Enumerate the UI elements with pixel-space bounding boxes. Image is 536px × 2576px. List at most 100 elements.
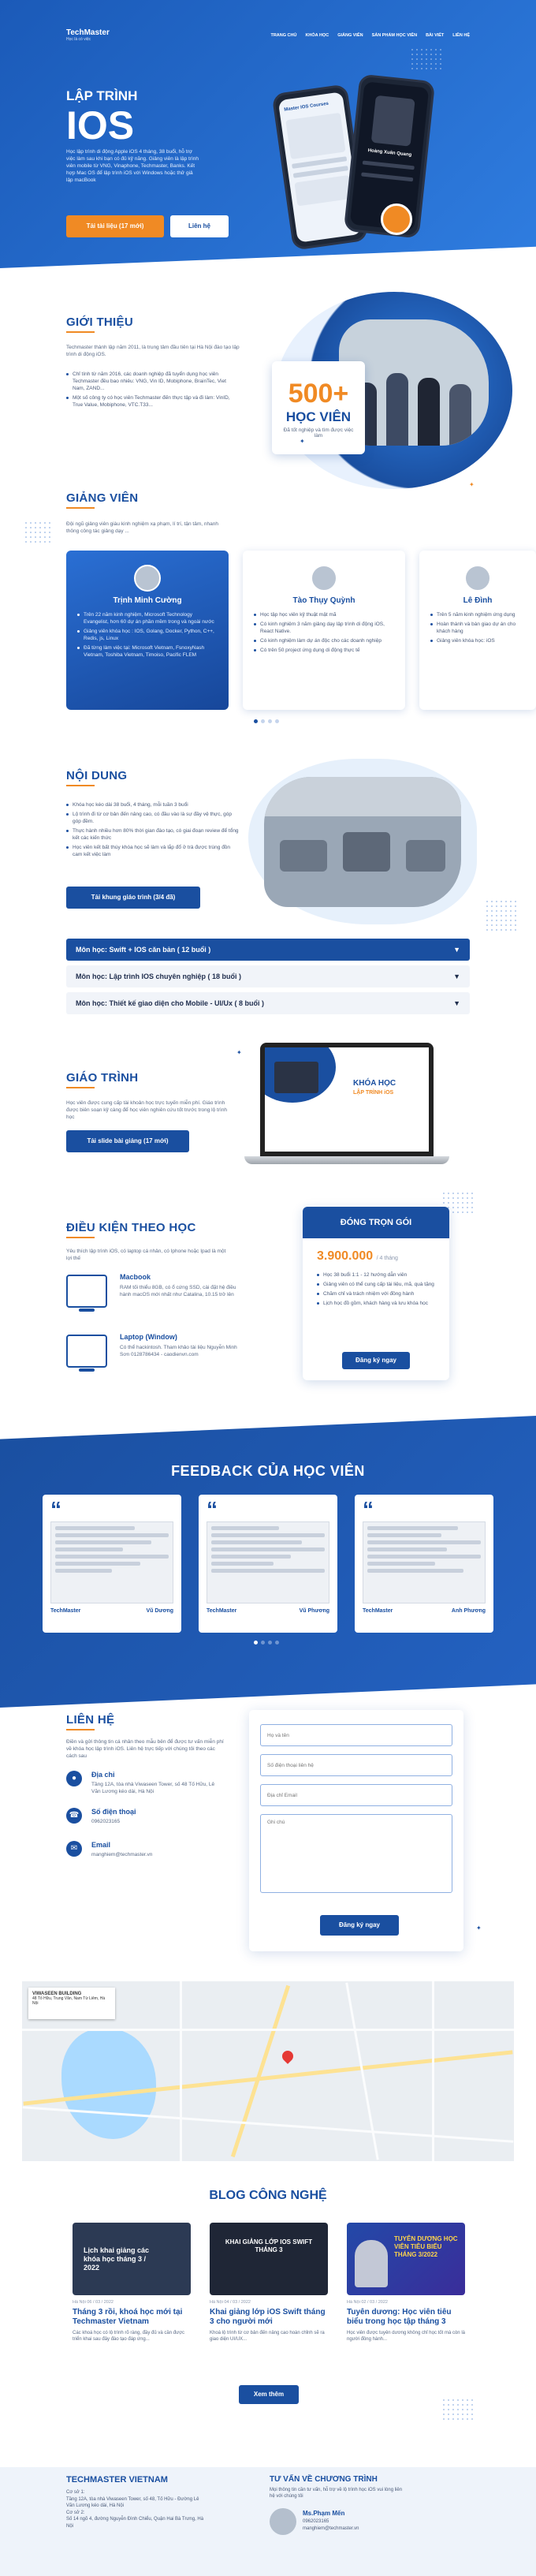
blog-post[interactable]: TUYÊN DƯƠNG HỌC VIÊN TIÊU BIỂU THÁNG 3/2… bbox=[347, 2223, 465, 2343]
footer-consult-description: Mọi thông tin cần tư vấn, hỗ trợ về lộ t… bbox=[270, 2488, 403, 2499]
feedback-screenshot bbox=[363, 1521, 486, 1603]
requirement-windows: Laptop (Window) Có thể hackintosh. Tham … bbox=[66, 1333, 248, 1372]
nav-contact[interactable]: LIÊN HỆ bbox=[452, 33, 470, 38]
post-excerpt: Học viên được tuyên dương không chỉ học … bbox=[347, 2331, 465, 2342]
carousel-dots bbox=[254, 719, 279, 723]
carousel-dot[interactable] bbox=[254, 719, 258, 723]
pricing-card: ĐÓNG TRỌN GÓI 3.900.000 / 4 tháng Học 38… bbox=[303, 1207, 449, 1380]
nav-products[interactable]: SẢN PHẨM HỌC VIÊN bbox=[372, 33, 417, 38]
consultant-name: Ms.Phạm Mến bbox=[303, 2510, 345, 2517]
post-title[interactable]: Tháng 3 rồi, khoá học mới tại Techmaster… bbox=[73, 2308, 191, 2327]
map-pin-icon[interactable] bbox=[280, 2048, 296, 2064]
list-item: Học 38 buổi 1:1 - 12 hướng dẫn viên bbox=[317, 1271, 435, 1279]
nav-teachers[interactable]: GIẢNG VIÊN bbox=[337, 33, 363, 38]
download-slides-button[interactable]: Tải slide bài giảng (17 mới) bbox=[66, 1130, 189, 1152]
feedback-logo: TechMaster bbox=[50, 1608, 81, 1614]
laptop-icon bbox=[66, 1335, 107, 1372]
course-accordion-swift[interactable]: Môn học: Swift + IOS căn bản ( 12 buổi )… bbox=[66, 939, 470, 961]
note-field[interactable] bbox=[260, 1814, 452, 1893]
content-list: Khóa học kéo dài 38 buổi, 4 tháng, mỗi t… bbox=[66, 801, 240, 861]
list-item: Trên 22 năm kinh nghiệm, Microsoft Techn… bbox=[77, 611, 218, 625]
consultant-email[interactable]: manghiem@techmaster.vn bbox=[303, 2526, 359, 2531]
avatar bbox=[270, 2508, 296, 2535]
site-logo[interactable]: TechMaster Học là có việc bbox=[66, 28, 110, 42]
avatar bbox=[134, 565, 161, 592]
list-item: Lịch học đồ gồm, khách hàng và lưu khóa … bbox=[317, 1300, 435, 1307]
feedback-title: FEEDBACK CỦA HỌC VIÊN bbox=[171, 1463, 365, 1479]
phone-field[interactable] bbox=[260, 1754, 452, 1776]
contact-value[interactable]: manghiem@techmaster.vn bbox=[91, 1851, 218, 1858]
post-date: Hà Nội 06 / 03 / 2022 bbox=[73, 2300, 114, 2305]
post-thumbnail: TUYÊN DƯƠNG HỌC VIÊN TIÊU BIỂU THÁNG 3/2… bbox=[347, 2223, 465, 2295]
carousel-dot[interactable] bbox=[261, 1641, 265, 1645]
contact-button[interactable]: Liên hệ bbox=[170, 215, 229, 237]
map-info-box: VIWASEEN BUILDING 48 Tố Hữu, Trung Văn, … bbox=[28, 1988, 115, 2019]
email-field[interactable] bbox=[260, 1784, 452, 1806]
list-item: Chăm chỉ và trách nhiệm với đồng hành bbox=[317, 1290, 435, 1297]
price-unit: / 4 tháng bbox=[376, 1256, 398, 1261]
laptop-mockup: KHÓA HỌC LẬP TRÌNH iOS bbox=[244, 1043, 449, 1169]
requirement-text: Có thể hackintosh. Tham khảo tài liệu Ng… bbox=[120, 1345, 237, 1357]
carousel-dot[interactable] bbox=[268, 1641, 272, 1645]
post-thumbnail: KHAI GIẢNG LỚP IOS SWIFT THÁNG 3 bbox=[210, 2223, 328, 2295]
course-label: Môn học: Swift + IOS căn bản ( 12 buổi ) bbox=[76, 946, 211, 954]
requirement-name: Laptop (Window) bbox=[120, 1333, 177, 1341]
teacher-name: Tào Thụy Quỳnh bbox=[292, 596, 355, 605]
view-more-button[interactable]: Xem thêm bbox=[239, 2385, 299, 2404]
list-item: Giảng viên có thể cung cấp tài liệu, mã,… bbox=[317, 1281, 435, 1288]
name-field[interactable] bbox=[260, 1724, 452, 1746]
contact-form: Đăng ký ngay bbox=[249, 1710, 463, 1951]
feedback-card[interactable]: “ TechMaster Vũ Phương bbox=[199, 1495, 337, 1633]
teacher-name: Lê Đình bbox=[463, 596, 493, 605]
nav-courses[interactable]: KHÓA HỌC bbox=[305, 33, 329, 38]
carousel-dot[interactable] bbox=[261, 719, 265, 723]
feedback-card[interactable]: “ TechMaster Vũ Dương bbox=[43, 1495, 181, 1633]
blog-post[interactable]: KHAI GIẢNG LỚP IOS SWIFT THÁNG 3 Hà Nội … bbox=[210, 2223, 328, 2343]
carousel-dot[interactable] bbox=[268, 719, 272, 723]
post-title[interactable]: Tuyên dương: Học viên tiêu biểu trong họ… bbox=[347, 2308, 465, 2327]
teacher-card[interactable]: Tào Thụy Quỳnh Học tập học viên kỹ thuật… bbox=[243, 551, 405, 710]
hero-title-line1: LẬP TRÌNH bbox=[66, 88, 138, 103]
register-button[interactable]: Đăng ký ngay bbox=[342, 1352, 410, 1369]
price-amount: 3.900.000 bbox=[317, 1249, 374, 1263]
thumbnail-text: KHAI GIẢNG LỚP IOS SWIFT THÁNG 3 bbox=[225, 2238, 313, 2253]
intro-list: Chỉ tính từ năm 2016, các doanh nghiệp đ… bbox=[66, 371, 240, 411]
requirement-macbook: Macbook RAM tối thiểu 8GB, có ổ cứng SSD… bbox=[66, 1273, 248, 1312]
feedback-logo: TechMaster bbox=[363, 1608, 393, 1614]
download-syllabus-button[interactable]: Tải khung giáo trình (3/4 đã) bbox=[66, 887, 200, 909]
price-value: 3.900.000 / 4 tháng bbox=[303, 1238, 449, 1267]
dot-pattern bbox=[485, 899, 516, 931]
list-item: Khóa học kéo dài 38 buổi, 4 tháng, mỗi t… bbox=[66, 801, 240, 808]
contact-value[interactable]: 0962023165 bbox=[91, 1818, 218, 1825]
list-item: Trên 5 năm kinh nghiệm ứng dụng bbox=[430, 611, 525, 618]
screen-subtitle: LẬP TRÌNH iOS bbox=[353, 1090, 394, 1096]
teacher-card[interactable]: Lê Đình Trên 5 năm kinh nghiệm ứng dụng … bbox=[419, 551, 536, 710]
nav-posts[interactable]: BÀI VIẾT bbox=[426, 33, 444, 38]
map-lake bbox=[61, 2029, 156, 2139]
feedback-screenshot bbox=[207, 1521, 329, 1603]
carousel-dot[interactable] bbox=[254, 1641, 258, 1645]
location-map[interactable]: VIWASEEN BUILDING 48 Tố Hữu, Trung Văn, … bbox=[22, 1981, 514, 2161]
feedback-logo: TechMaster bbox=[207, 1608, 237, 1614]
carousel-dot[interactable] bbox=[275, 1641, 279, 1645]
course-accordion-ios-pro[interactable]: Môn học: Lập trình IOS chuyên nghiệp ( 1… bbox=[66, 965, 470, 987]
list-item: Thực hành nhiều hơn 80% thời gian đào tạ… bbox=[66, 827, 240, 842]
sparkle-icon: ✦ bbox=[476, 1925, 482, 1932]
curriculum-description: Học viên được cung cấp tài khoản học trự… bbox=[66, 1100, 228, 1120]
consultant-phone[interactable]: 0962023165 bbox=[303, 2519, 329, 2524]
download-docs-button[interactable]: Tải tài liệu (17 mới) bbox=[66, 215, 164, 237]
students-stat-card: 500+ HỌC VIÊN Đã tốt nghiệp và tìm được … bbox=[272, 361, 365, 454]
post-date: Hà Nội 02 / 03 / 2022 bbox=[347, 2300, 388, 2305]
blog-post[interactable]: Lịch khai giảng các khóa học tháng 3 / 2… bbox=[73, 2223, 191, 2343]
feedback-card[interactable]: “ TechMaster Anh Phương bbox=[355, 1495, 493, 1633]
nav-home[interactable]: TRANG CHỦ bbox=[270, 33, 296, 38]
list-item: Một số công ty có học viên Techmaster đế… bbox=[66, 394, 240, 409]
post-title[interactable]: Khai giảng lớp iOS Swift tháng 3 cho ngư… bbox=[210, 2308, 328, 2327]
submit-button[interactable]: Đăng ký ngay bbox=[320, 1915, 399, 1936]
content-title: NỘI DUNG bbox=[66, 769, 127, 786]
thumbnail-text: TUYÊN DƯƠNG HỌC VIÊN TIÊU BIỂU THÁNG 3/2… bbox=[394, 2235, 458, 2258]
teacher-card[interactable]: Trịnh Minh Cường Trên 22 năm kinh nghiệm… bbox=[66, 551, 229, 710]
list-item: Có kinh nghiệm làm dự án độc cho các doa… bbox=[254, 637, 394, 644]
course-accordion-uiux[interactable]: Môn học: Thiết kế giao diện cho Mobile -… bbox=[66, 992, 470, 1014]
carousel-dot[interactable] bbox=[275, 719, 279, 723]
